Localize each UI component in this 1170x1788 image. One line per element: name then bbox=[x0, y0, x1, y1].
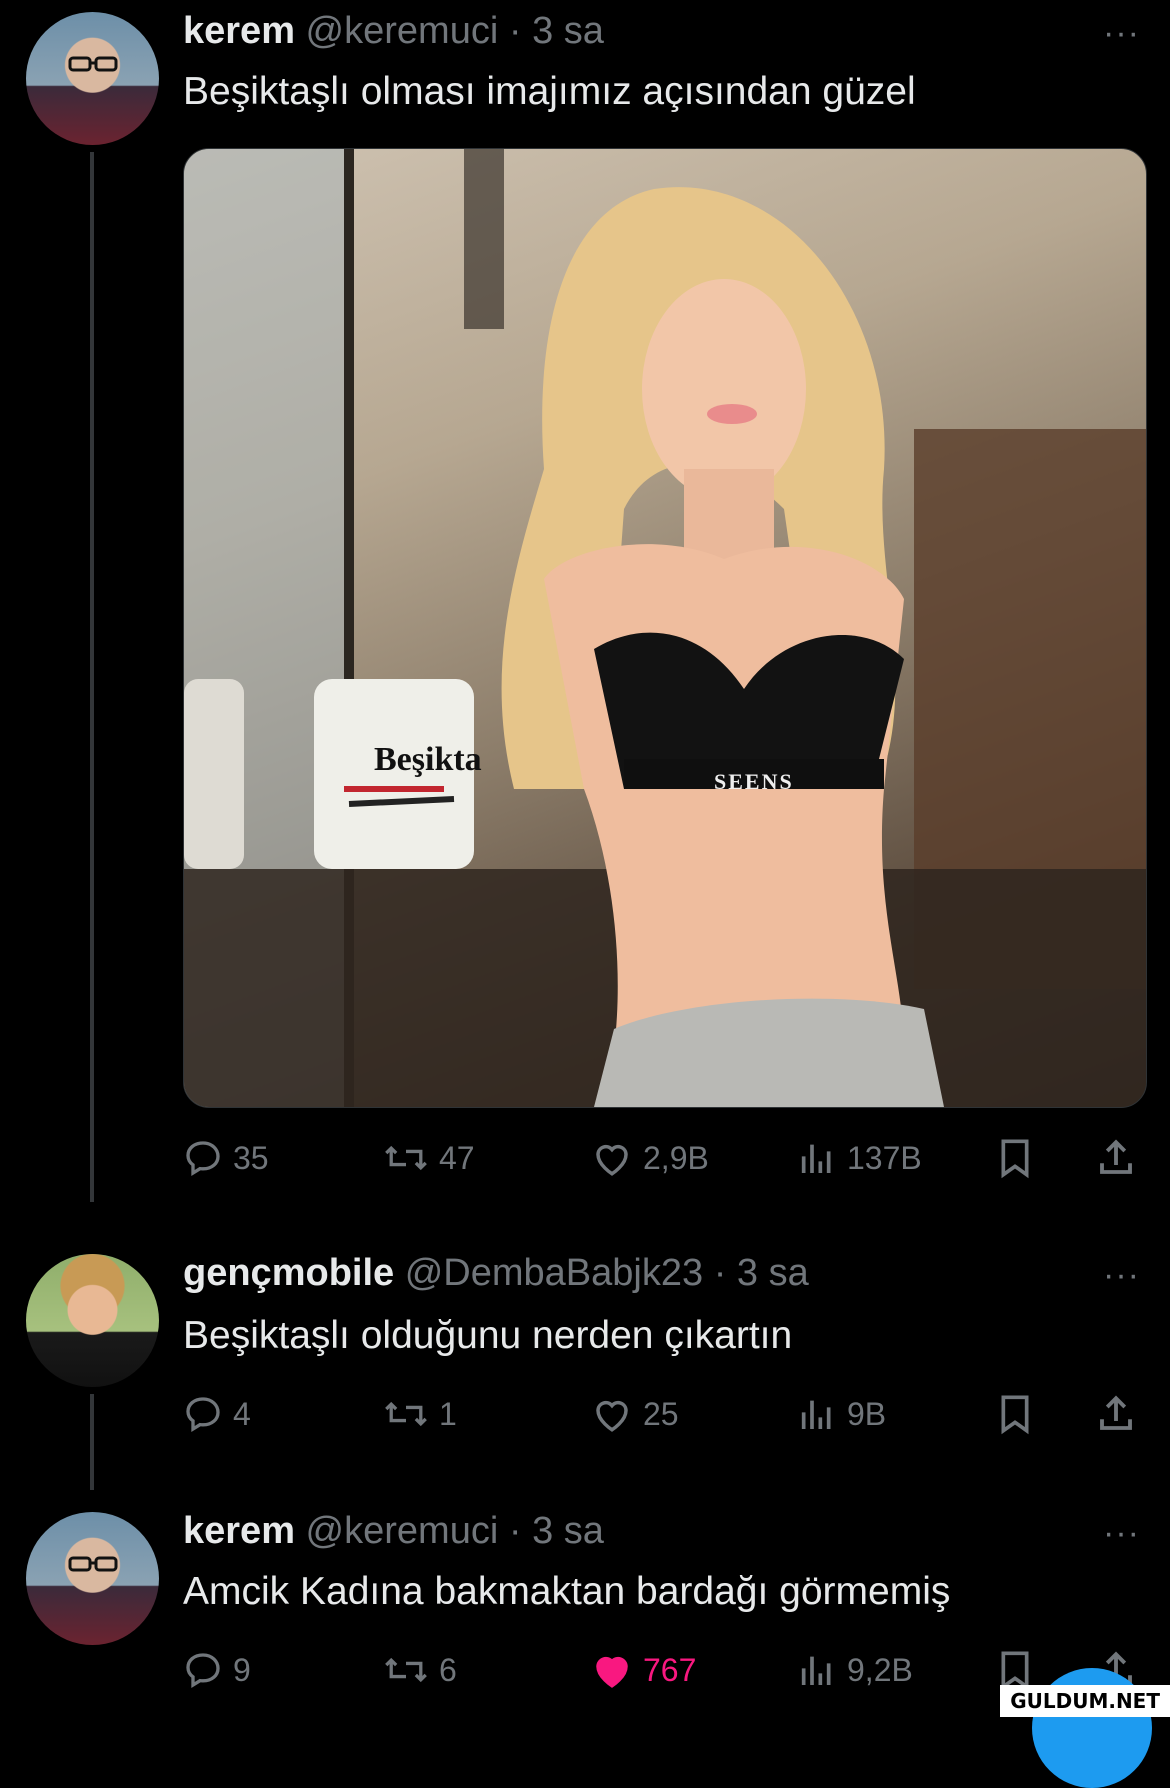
tweet-photo[interactable]: Beşikta SEENS bbox=[183, 148, 1147, 1108]
share-icon bbox=[1100, 1395, 1132, 1430]
view-count: 137B bbox=[847, 1139, 922, 1176]
reply-icon bbox=[186, 1397, 220, 1432]
tweet-2[interactable]: gençmobile @DembaBabjk23 · 3 sa ··· Beşi… bbox=[0, 1240, 1170, 1490]
more-options-icon[interactable]: ··· bbox=[1103, 1256, 1140, 1295]
user-handle[interactable]: @keremuci bbox=[306, 10, 499, 52]
reply-count: 35 bbox=[233, 1139, 269, 1176]
reply-icon bbox=[186, 1653, 220, 1688]
bookmark-button[interactable] bbox=[995, 1384, 1035, 1444]
tweet-actions: 35 47 2,9B 137B bbox=[183, 1128, 1143, 1188]
tweet-text: Beşiktaşlı olması imajımız açısından güz… bbox=[183, 70, 916, 113]
user-handle[interactable]: @keremuci bbox=[306, 1510, 499, 1552]
display-name[interactable]: gençmobile bbox=[183, 1252, 394, 1294]
retweet-count: 1 bbox=[439, 1395, 457, 1432]
like-count: 25 bbox=[643, 1395, 679, 1432]
retweet-count: 47 bbox=[439, 1139, 475, 1176]
views-button[interactable]: 9B bbox=[797, 1384, 886, 1444]
retweet-button[interactable]: 1 bbox=[383, 1384, 457, 1444]
like-count: 767 bbox=[643, 1651, 697, 1688]
views-icon bbox=[801, 1144, 831, 1173]
view-count: 9B bbox=[847, 1395, 887, 1432]
heart-filled-icon bbox=[596, 1656, 628, 1688]
user-handle[interactable]: @DembaBabjk23 bbox=[405, 1252, 703, 1294]
tweet-actions: 4 1 25 9B bbox=[183, 1384, 1143, 1444]
view-count: 9,2B bbox=[847, 1651, 913, 1688]
timestamp[interactable]: 3 sa bbox=[532, 10, 604, 52]
retweet-icon bbox=[385, 1657, 427, 1683]
timestamp[interactable]: 3 sa bbox=[532, 1510, 604, 1552]
more-options-icon[interactable]: ··· bbox=[1103, 14, 1140, 53]
views-button[interactable]: 9,2B bbox=[797, 1640, 913, 1700]
retweet-button[interactable]: 47 bbox=[383, 1128, 475, 1188]
views-icon bbox=[801, 1656, 831, 1685]
thread-line bbox=[90, 1394, 94, 1490]
timestamp[interactable]: 3 sa bbox=[737, 1252, 809, 1294]
display-name[interactable]: kerem bbox=[183, 10, 295, 52]
separator-dot: · bbox=[508, 10, 522, 52]
tweet-header: kerem @keremuci · 3 sa bbox=[183, 10, 604, 53]
top-label: SEENS bbox=[714, 769, 794, 794]
reply-button[interactable]: 35 bbox=[183, 1128, 269, 1188]
watermark: GULDUM.NET bbox=[1000, 1685, 1170, 1717]
reply-icon bbox=[186, 1141, 220, 1176]
reply-button[interactable]: 9 bbox=[183, 1640, 251, 1700]
tweet-3[interactable]: kerem @keremuci · 3 sa ··· Amcik Kadına … bbox=[0, 1500, 1170, 1717]
views-button[interactable]: 137B bbox=[797, 1128, 922, 1188]
photo-illustration bbox=[184, 149, 1146, 1107]
views-icon bbox=[801, 1400, 831, 1429]
heart-icon bbox=[596, 1144, 628, 1176]
more-options-icon[interactable]: ··· bbox=[1103, 1514, 1140, 1553]
separator-dot: · bbox=[508, 1510, 522, 1552]
bookmark-button[interactable] bbox=[995, 1128, 1035, 1188]
retweet-icon bbox=[385, 1401, 427, 1427]
share-icon bbox=[1100, 1139, 1132, 1174]
heart-icon bbox=[596, 1400, 628, 1432]
mug-label: Beşikta bbox=[374, 741, 482, 778]
avatar[interactable] bbox=[26, 12, 159, 145]
reply-button[interactable]: 4 bbox=[183, 1384, 251, 1444]
like-button[interactable]: 767 bbox=[591, 1640, 696, 1700]
bookmark-icon bbox=[1001, 1395, 1029, 1435]
separator-dot: · bbox=[713, 1252, 727, 1294]
display-name[interactable]: kerem bbox=[183, 1510, 295, 1552]
reply-count: 4 bbox=[233, 1395, 251, 1432]
tweet-actions: 9 6 767 9,2B bbox=[183, 1640, 1143, 1700]
retweet-count: 6 bbox=[439, 1651, 457, 1688]
reply-count: 9 bbox=[233, 1651, 251, 1688]
like-button[interactable]: 25 bbox=[591, 1384, 679, 1444]
avatar[interactable] bbox=[26, 1254, 159, 1387]
retweet-icon bbox=[385, 1145, 427, 1171]
like-count: 2,9B bbox=[643, 1139, 709, 1176]
tweet-1[interactable]: kerem @keremuci · 3 sa ··· Beşiktaşlı ol… bbox=[0, 0, 1170, 1202]
tweet-text: Amcik Kadına bakmaktan bardağı görmemiş bbox=[183, 1570, 951, 1613]
share-button[interactable] bbox=[1095, 1384, 1137, 1444]
tweet-text: Beşiktaşlı olduğunu nerden çıkartın bbox=[183, 1314, 793, 1357]
tweet-header: kerem @keremuci · 3 sa bbox=[183, 1510, 604, 1553]
retweet-button[interactable]: 6 bbox=[383, 1640, 457, 1700]
like-button[interactable]: 2,9B bbox=[591, 1128, 709, 1188]
tweet-header: gençmobile @DembaBabjk23 · 3 sa bbox=[183, 1252, 809, 1295]
thread-line bbox=[90, 152, 94, 1202]
avatar[interactable] bbox=[26, 1512, 159, 1645]
bookmark-icon bbox=[1001, 1139, 1029, 1179]
share-button[interactable] bbox=[1095, 1128, 1137, 1188]
